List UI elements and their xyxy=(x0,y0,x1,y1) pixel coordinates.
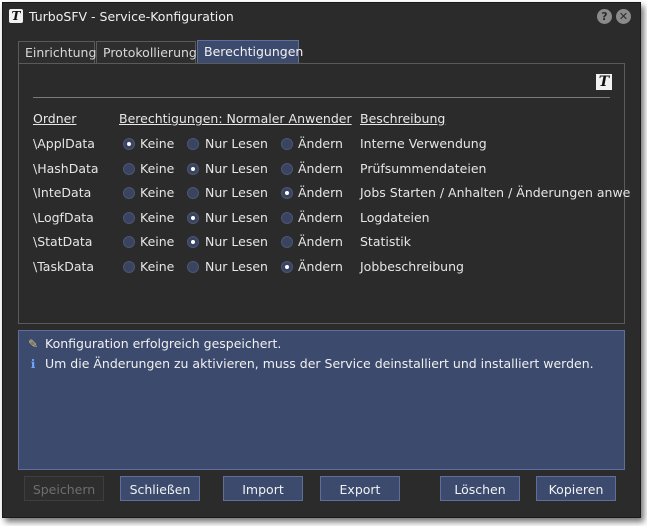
radio-change[interactable] xyxy=(281,187,293,200)
radio-read[interactable] xyxy=(187,138,199,150)
table-row: \ApplData Keine Nur Lesen Ändern Interne Ver… xyxy=(19,133,624,155)
radio-read[interactable] xyxy=(187,261,199,273)
turbosfv-app-icon: T xyxy=(9,9,23,23)
radio-read[interactable] xyxy=(187,187,199,200)
radio-read[interactable] xyxy=(187,211,199,224)
turbosfv-logo-icon: T xyxy=(596,74,612,90)
message-text: Um die Änderungen zu aktivieren, muss de… xyxy=(45,356,594,371)
copy-button[interactable]: Kopieren xyxy=(536,476,616,501)
radio-label-none[interactable]: Keine xyxy=(140,256,174,278)
export-button[interactable]: Export xyxy=(320,476,400,501)
radio-label-none[interactable]: Keine xyxy=(140,133,174,155)
radio-label-read[interactable]: Nur Lesen xyxy=(205,207,268,229)
table-row: \TaskData Keine Nur Lesen Ändern Jobbeschrei… xyxy=(19,256,624,278)
table-row: \StatData Keine Nur Lesen Ändern Statistik xyxy=(19,231,624,253)
radio-label-read[interactable]: Nur Lesen xyxy=(205,133,268,155)
radio-label-read[interactable]: Nur Lesen xyxy=(205,256,268,278)
folder-name: \ApplData xyxy=(33,136,95,151)
divider xyxy=(33,97,610,98)
table-row: \LogfData Keine Nur Lesen Ändern Logdateien xyxy=(19,207,624,229)
folder-description: Statistik xyxy=(360,234,411,250)
header-folder: Ordner xyxy=(33,111,77,126)
header-description: Beschreibung xyxy=(360,111,446,126)
radio-label-read[interactable]: Nur Lesen xyxy=(205,231,268,253)
radio-label-change[interactable]: Ändern xyxy=(298,231,343,253)
radio-none[interactable] xyxy=(123,261,135,273)
close-button[interactable]: Schließen xyxy=(120,476,200,501)
radio-label-read[interactable]: Nur Lesen xyxy=(205,182,268,204)
folder-description: Prüfsummendateien xyxy=(360,160,487,176)
radio-label-none[interactable]: Keine xyxy=(140,182,174,204)
folder-description: Interne Verwendung xyxy=(360,136,487,151)
radio-none[interactable] xyxy=(123,236,135,249)
tab-protokollierung[interactable]: Protokollierung xyxy=(96,41,197,63)
message-text: Konfiguration erfolgreich gespeichert. xyxy=(45,336,282,351)
radio-label-change[interactable]: Ändern xyxy=(298,182,343,204)
delete-button[interactable]: Löschen xyxy=(440,476,520,501)
radio-change[interactable] xyxy=(281,236,293,249)
tab-einrichtung[interactable]: Einrichtung xyxy=(18,41,96,63)
save-button[interactable]: Speichern xyxy=(24,476,104,501)
radio-label-none[interactable]: Keine xyxy=(140,158,174,180)
folder-description: Logdateien xyxy=(360,209,430,225)
folder-name: \StatData xyxy=(33,234,93,250)
table-row: \HashData Keine Nur Lesen Ändern Prüfsummend… xyxy=(19,158,624,180)
radio-label-change[interactable]: Ändern xyxy=(298,207,343,229)
success-pen-icon: ✎ xyxy=(27,337,39,351)
radio-change[interactable] xyxy=(281,162,293,175)
message-log: ✎ Konfiguration erfolgreich gespeichert.… xyxy=(18,330,625,470)
radio-change[interactable] xyxy=(281,138,293,150)
radio-read[interactable] xyxy=(187,236,199,249)
dialog-window: T TurboSFV - Service-Konfiguration ? ✕ E… xyxy=(2,2,641,518)
folder-name: \LogfData xyxy=(33,209,94,225)
radio-label-read[interactable]: Nur Lesen xyxy=(205,158,268,180)
radio-change[interactable] xyxy=(281,261,293,273)
info-icon: ℹ xyxy=(30,357,36,371)
folder-description: Jobs Starten / Anhalten / Änderungen anw… xyxy=(360,185,631,201)
import-button[interactable]: Import xyxy=(223,476,303,501)
close-window-button[interactable]: ✕ xyxy=(616,9,631,24)
radio-none[interactable] xyxy=(123,211,135,224)
help-button[interactable]: ? xyxy=(597,9,612,24)
title-bar: T TurboSFV - Service-Konfiguration ? ✕ xyxy=(3,3,640,30)
radio-none[interactable] xyxy=(123,138,135,150)
window-title: TurboSFV - Service-Konfiguration xyxy=(29,9,234,24)
radio-label-change[interactable]: Ändern xyxy=(298,256,343,278)
folder-name: \HashData xyxy=(33,160,99,176)
folder-name: \TaskData xyxy=(33,259,95,274)
header-permissions: Berechtigungen: Normaler Anwender xyxy=(119,111,352,126)
table-row: \InteData Keine Nur Lesen Ändern Jobs Starte… xyxy=(19,182,630,204)
folder-name: \InteData xyxy=(33,185,92,201)
radio-read[interactable] xyxy=(187,162,199,175)
radio-label-none[interactable]: Keine xyxy=(140,207,174,229)
radio-label-change[interactable]: Ändern xyxy=(298,158,343,180)
radio-none[interactable] xyxy=(123,187,135,200)
radio-label-change[interactable]: Ändern xyxy=(298,133,343,155)
radio-change[interactable] xyxy=(281,211,293,224)
permissions-panel: T Ordner Berechtigungen: Normaler Anwend… xyxy=(18,63,630,324)
folder-description: Jobbeschreibung xyxy=(360,259,464,274)
tab-berechtigungen[interactable]: Berechtigungen xyxy=(197,40,303,64)
radio-label-none[interactable]: Keine xyxy=(140,231,174,253)
radio-none[interactable] xyxy=(123,162,135,175)
